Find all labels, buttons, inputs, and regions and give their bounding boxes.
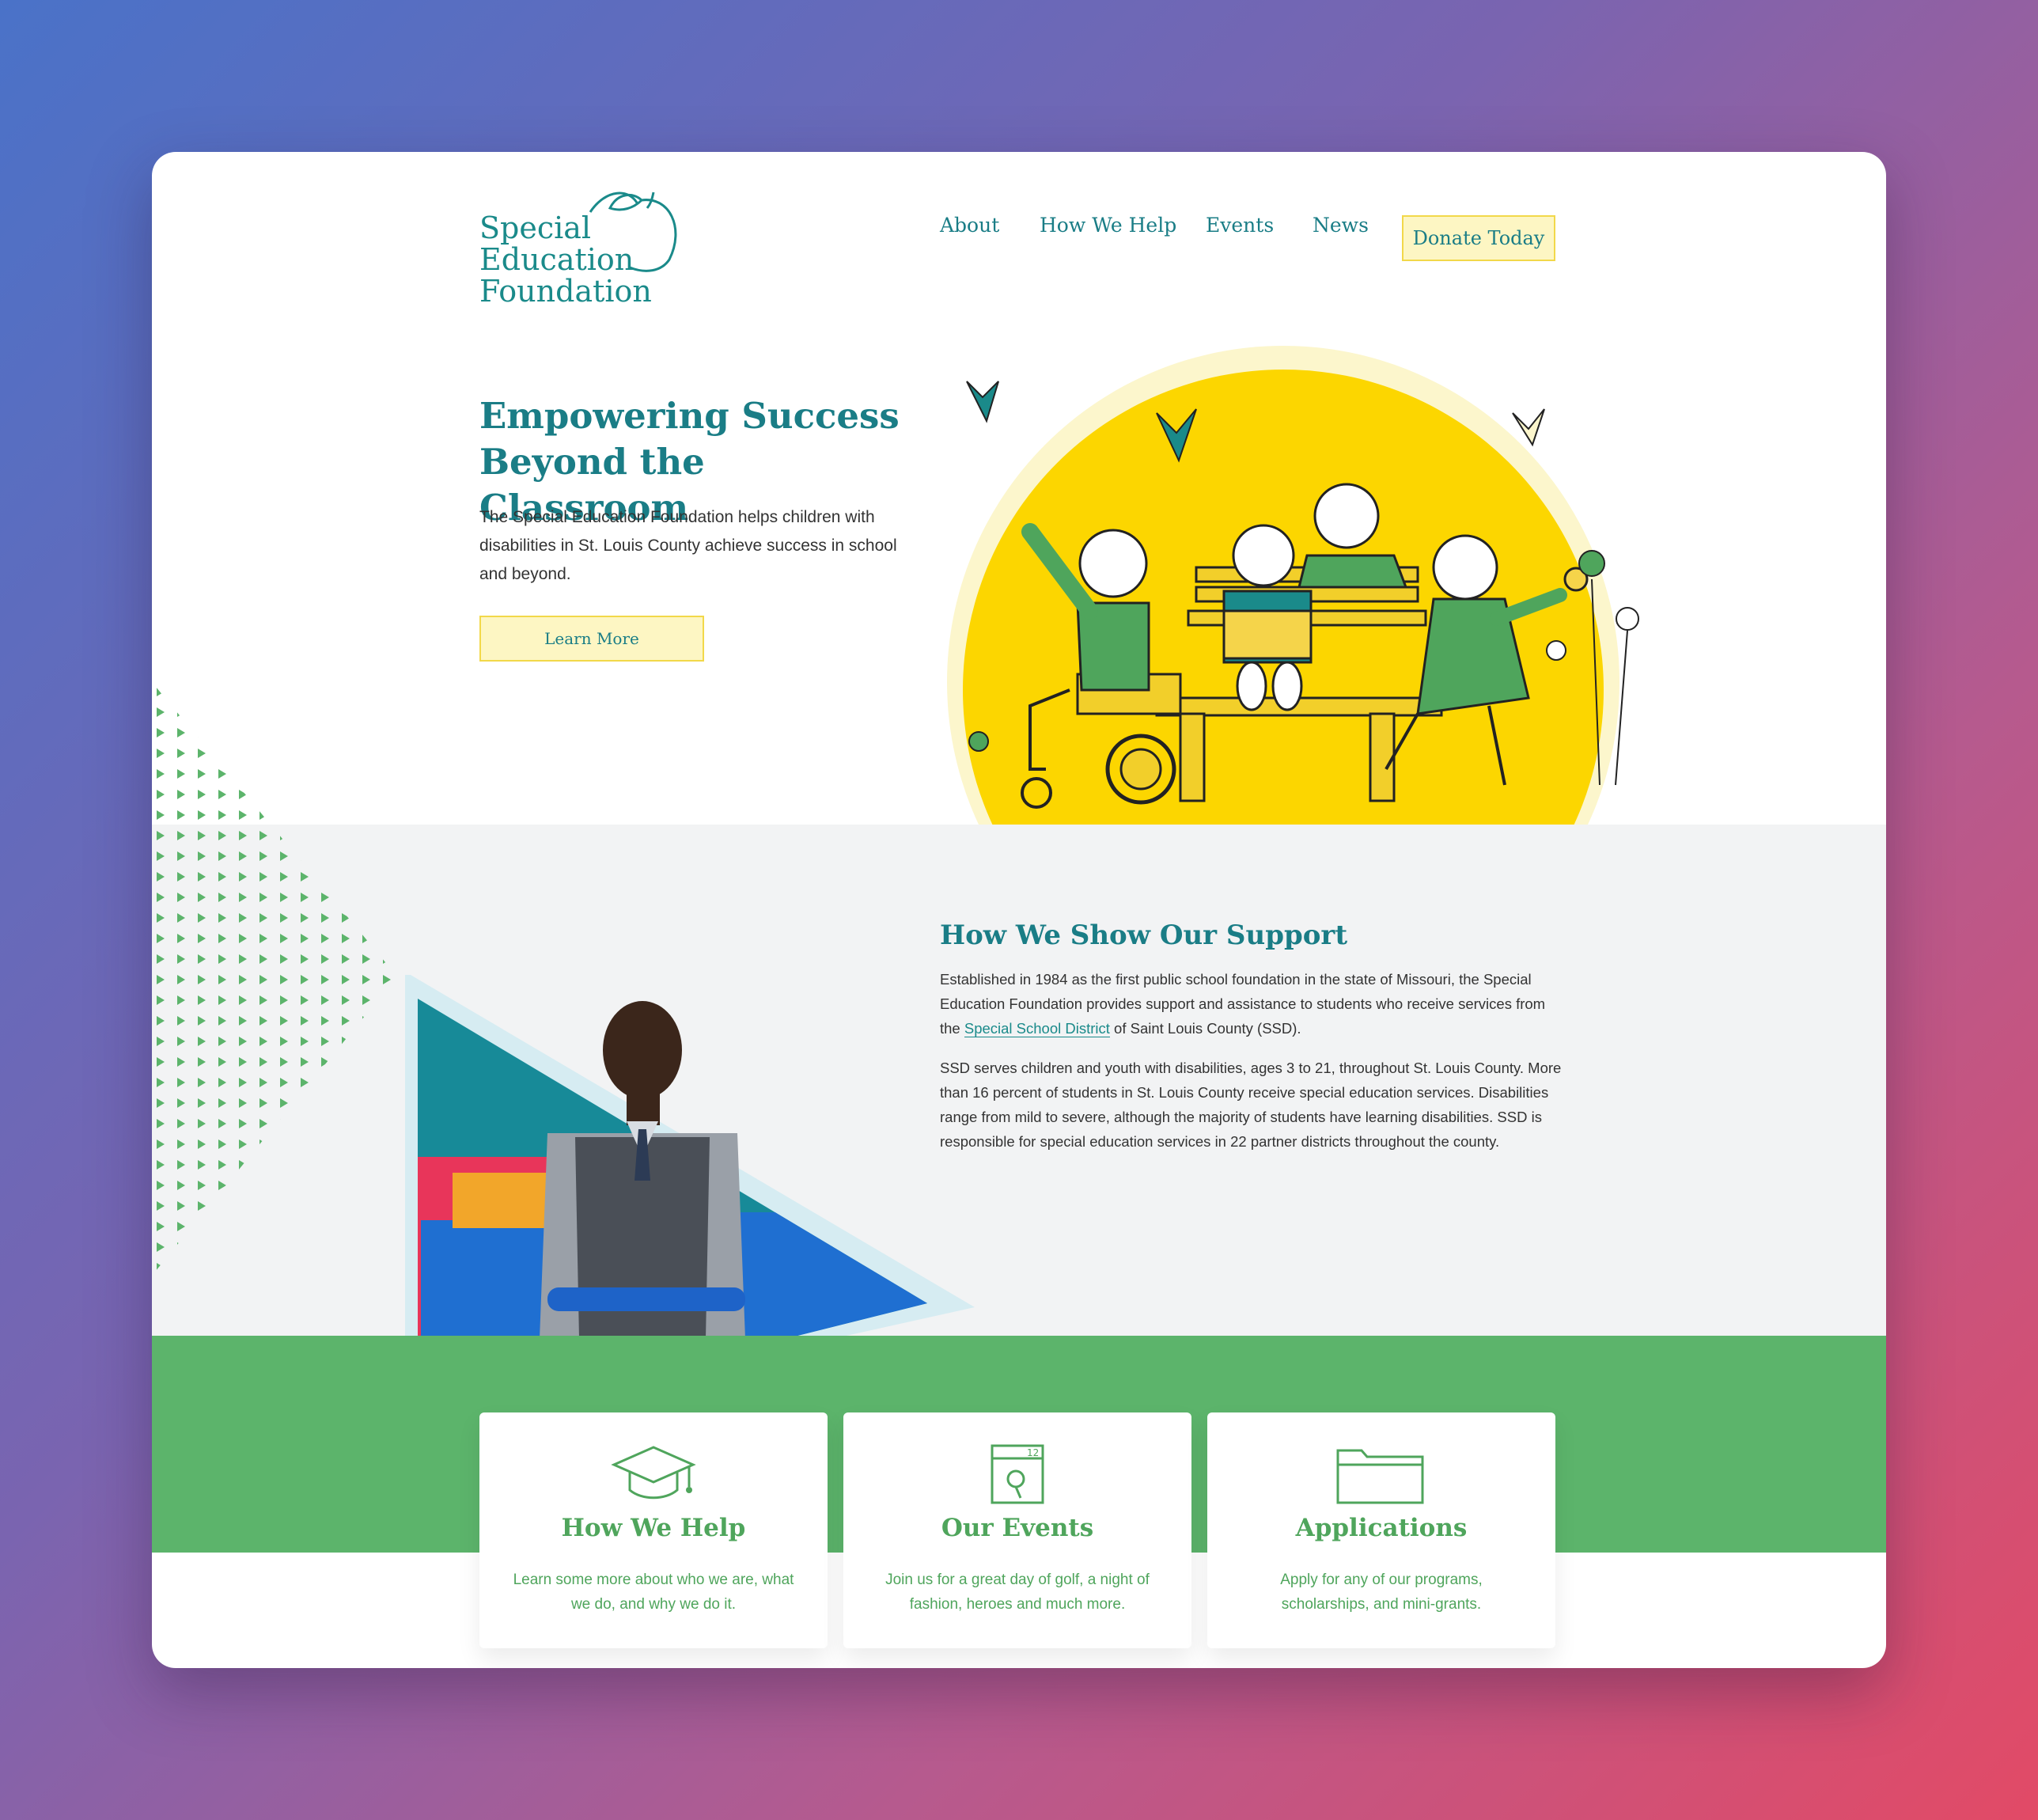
support-paragraph-1: Established in 1984 as the first public … [940, 967, 1565, 1041]
nav-events[interactable]: Events [1206, 214, 1274, 237]
folder-icon [1336, 1449, 1424, 1504]
green-triangle-pattern [152, 682, 397, 1276]
card-title: How We Help [561, 1514, 746, 1542]
nav-about[interactable]: About [940, 214, 999, 237]
calendar-icon: 12 [991, 1444, 1044, 1504]
support-paragraph-1-end: of Saint Louis County (SSD). [1109, 1020, 1301, 1037]
card-description: Learn some more about who we are, what w… [513, 1572, 794, 1613]
card-title: Applications [1295, 1514, 1468, 1542]
card-description: Apply for any of our programs, scholarsh… [1280, 1572, 1483, 1613]
support-paragraph-2: SSD serves children and youth with disab… [940, 1060, 1562, 1150]
hero-title-line-1: Empowering Success [479, 395, 900, 437]
foundation-logo[interactable]: Special Education Foundation [479, 180, 701, 307]
learn-more-button[interactable]: Learn More [479, 616, 704, 662]
children-on-bench-illustration [947, 346, 1639, 825]
nav-how-we-help[interactable]: How We Help [1040, 214, 1176, 237]
card-applications[interactable]: Applications Apply for any of our progra… [1207, 1412, 1555, 1648]
card-description: Join us for a great day of golf, a night… [885, 1572, 1150, 1613]
card-our-events[interactable]: 12 Our Events Join us for a great day of… [843, 1412, 1191, 1648]
logo-line-1: Special [479, 210, 592, 245]
nav-news[interactable]: News [1313, 214, 1369, 237]
donate-today-button[interactable]: Donate Today [1402, 215, 1555, 261]
card-title: Our Events [941, 1514, 1094, 1542]
special-school-district-link[interactable]: Special School District [964, 1020, 1110, 1037]
browser-window: Special Education Foundation About How W… [152, 152, 1886, 1668]
svg-text:12: 12 [1027, 1447, 1039, 1458]
logo-line-3: Foundation [479, 274, 652, 309]
hero-description: The Special Education Foundation helps c… [479, 508, 897, 583]
graduation-cap-icon [611, 1446, 696, 1500]
support-title: How We Show Our Support [940, 919, 1348, 951]
card-how-we-help[interactable]: How We Help Learn some more about who we… [479, 1412, 828, 1648]
logo-line-2: Education [479, 242, 635, 277]
